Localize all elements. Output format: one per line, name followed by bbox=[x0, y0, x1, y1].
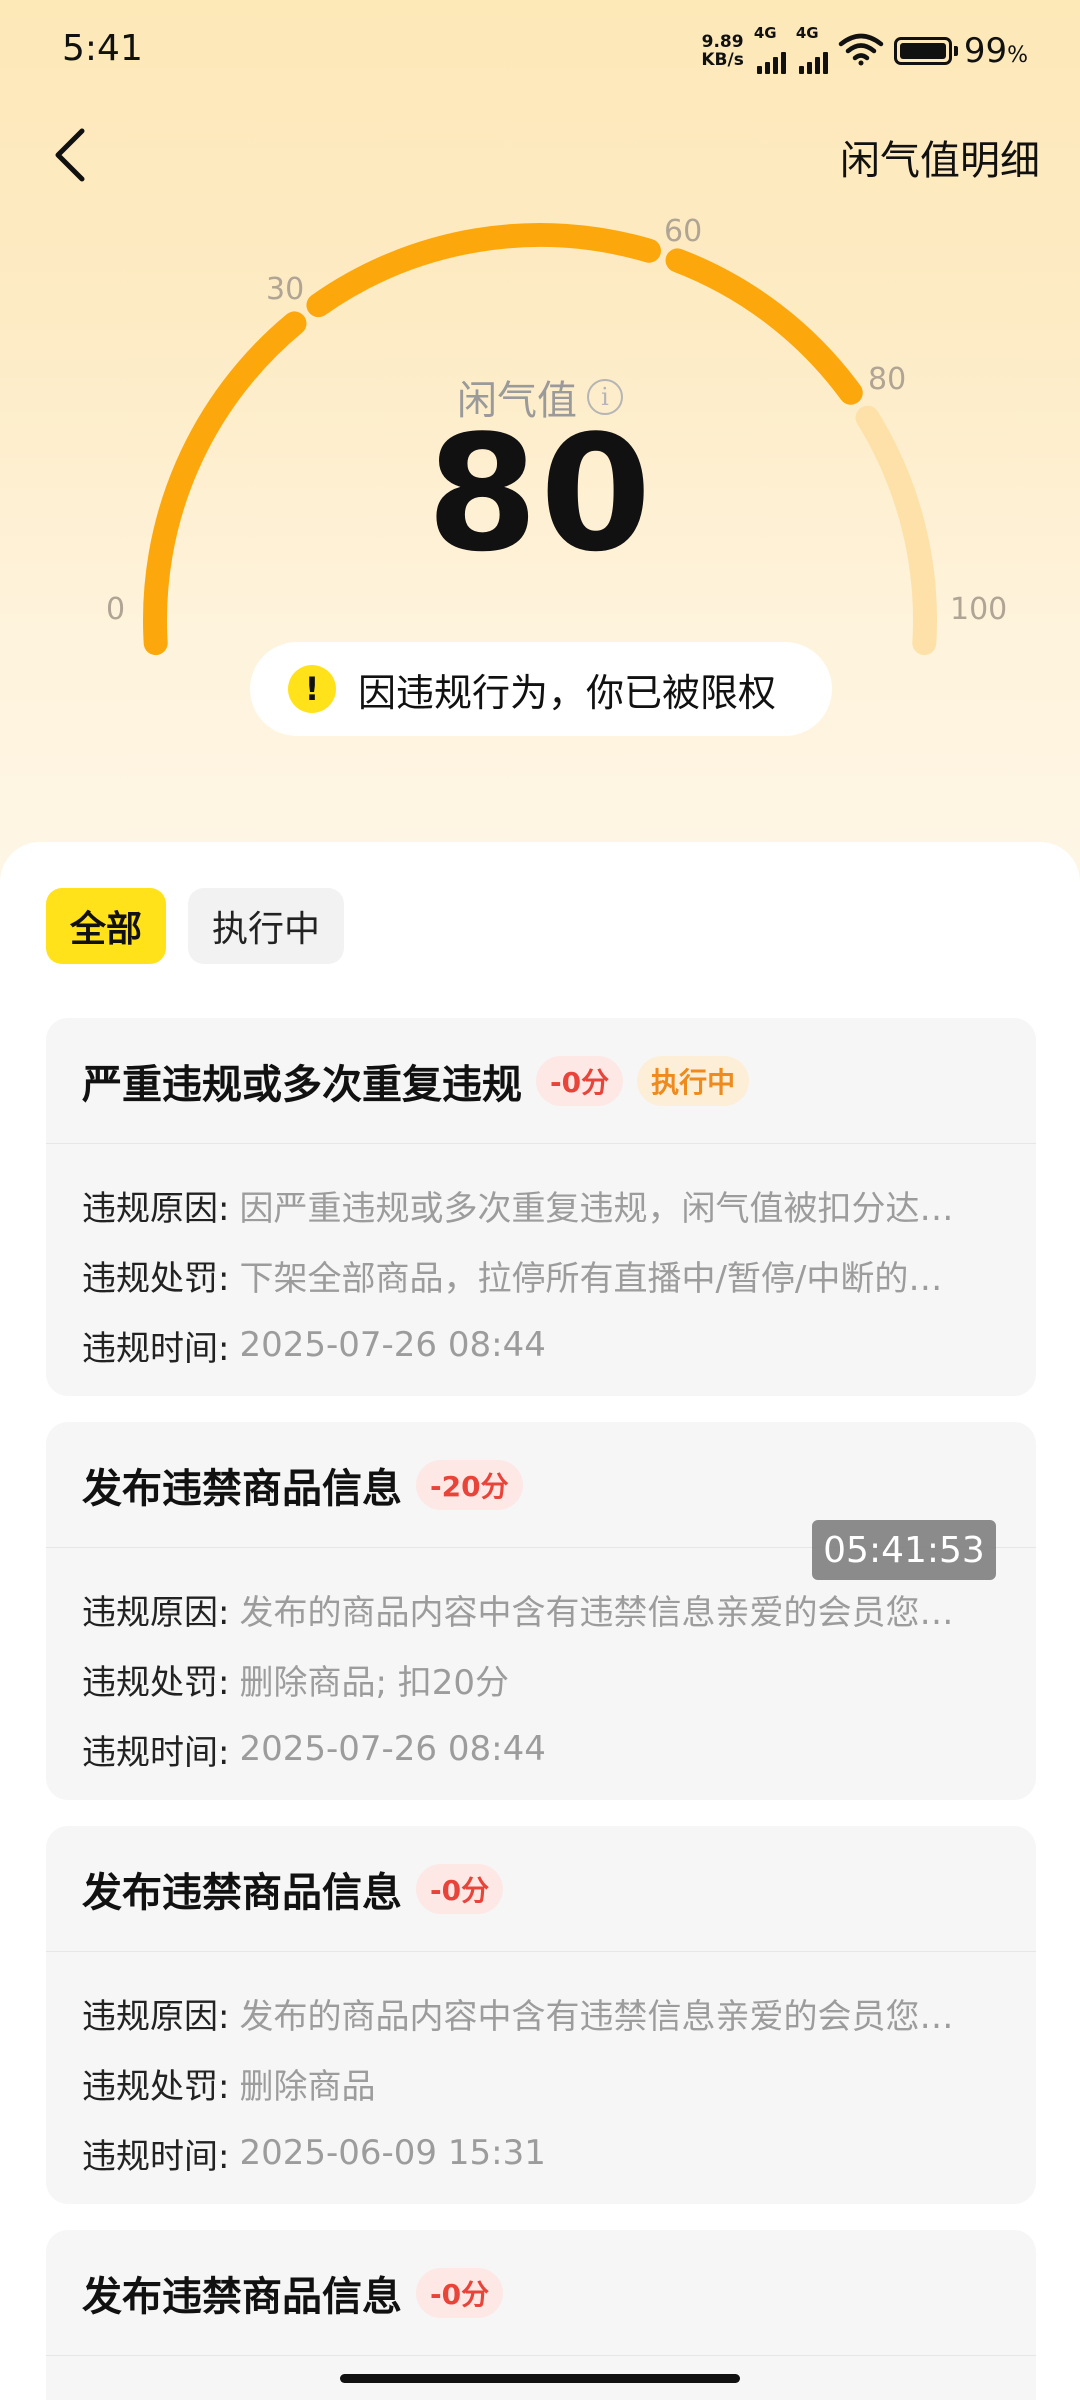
reason-row: 违规原因: 发布的商品内容中含有违禁信息亲爱的会员您… bbox=[82, 1996, 954, 2037]
violation-card[interactable]: 发布违禁商品信息 -20分 违规原因: 发布的商品内容中含有违禁信息亲爱的会员您…… bbox=[46, 1422, 1036, 1800]
score-badge: -0分 bbox=[536, 1055, 624, 1106]
score-badge: -0分 bbox=[416, 1863, 504, 1914]
network-speed: 9.89 KB/s bbox=[701, 32, 744, 70]
status-badge: 执行中 bbox=[637, 1055, 750, 1106]
signal-sim2-icon: 4G bbox=[796, 24, 828, 74]
time-row: 违规时间: 2025-07-26 08:44 bbox=[82, 1325, 546, 1369]
score-badge: -0分 bbox=[416, 2267, 504, 2318]
status-icons: 9.89 KB/s 4G 4G 99% bbox=[701, 24, 1028, 74]
battery-percent: 99% bbox=[963, 31, 1028, 71]
reason-row: 违规原因: 因严重违规或多次重复违规，闲气值被扣分达… bbox=[82, 1188, 954, 1229]
exclamation-icon: ! bbox=[288, 665, 336, 713]
battery-icon: 99% bbox=[893, 31, 1028, 71]
warning-text: 因违规行为，你已被限权 bbox=[358, 670, 777, 715]
filter-tabs: 全部 执行中 bbox=[46, 888, 345, 964]
signal-sim1-icon: 4G bbox=[754, 24, 786, 74]
card-header: 发布违禁商品信息 -0分 bbox=[46, 2230, 1036, 2356]
chevron-left-icon bbox=[55, 128, 85, 182]
overlay-timer: 05:41:53 bbox=[812, 1520, 996, 1580]
penalty-row: 违规处罚: 删除商品 bbox=[82, 2066, 376, 2107]
violation-title: 发布违禁商品信息 bbox=[82, 1869, 402, 1916]
tab-in-progress[interactable]: 执行中 bbox=[188, 888, 345, 964]
gauge-value: 80 bbox=[426, 400, 654, 587]
back-button[interactable] bbox=[40, 120, 100, 190]
home-indicator[interactable] bbox=[340, 2374, 740, 2383]
gauge-tick-label: 100 bbox=[950, 592, 1008, 627]
tab-all[interactable]: 全部 bbox=[46, 888, 167, 964]
score-badge: -20分 bbox=[416, 1459, 523, 1510]
status-time: 5:41 bbox=[62, 28, 143, 69]
score-detail-link[interactable]: 闲气值明细 bbox=[840, 128, 1040, 186]
penalty-row: 违规处罚: 下架全部商品，拉停所有直播中/暂停/中断的… bbox=[82, 1258, 943, 1299]
violation-title: 发布违禁商品信息 bbox=[82, 2273, 402, 2320]
violation-title: 发布违禁商品信息 bbox=[82, 1465, 402, 1512]
card-header: 严重违规或多次重复违规 -0分 执行中 bbox=[46, 1018, 1036, 1144]
restriction-warning: ! 因违规行为，你已被限权 bbox=[250, 642, 832, 736]
violation-list-panel: 全部 执行中 严重违规或多次重复违规 -0分 执行中 违规原因: 因严重违规或多次… bbox=[0, 842, 1080, 2400]
credit-gauge: 0 30 60 80 100 闲气值 i 80 bbox=[0, 200, 1080, 660]
time-row: 违规时间: 2025-07-26 08:44 bbox=[82, 1729, 546, 1773]
gauge-segment-filled bbox=[306, 223, 661, 318]
penalty-row: 违规处罚: 删除商品; 扣20分 bbox=[82, 1662, 509, 1703]
violation-title: 严重违规或多次重复违规 bbox=[82, 1061, 522, 1108]
violation-card[interactable]: 严重违规或多次重复违规 -0分 执行中 违规原因: 因严重违规或多次重复违规，闲气… bbox=[46, 1018, 1036, 1396]
gauge-tick-label: 0 bbox=[106, 592, 126, 627]
gauge-tick-label: 30 bbox=[266, 272, 305, 307]
violation-card[interactable]: 发布违禁商品信息 -0分 违规原因: 发布的商品内容中含有违禁信息亲爱的会员您… … bbox=[46, 1826, 1036, 2204]
time-row: 违规时间: 2025-06-09 15:31 bbox=[82, 2133, 546, 2177]
reason-row: 违规原因: 发布的商品内容中含有违禁信息亲爱的会员您… bbox=[82, 1592, 954, 1633]
status-bar: 5:41 9.89 KB/s 4G 4G 99% bbox=[0, 0, 1080, 100]
wifi-icon bbox=[838, 32, 884, 70]
card-header: 发布违禁商品信息 -0分 bbox=[46, 1826, 1036, 1952]
gauge-tick-label: 60 bbox=[664, 214, 703, 249]
